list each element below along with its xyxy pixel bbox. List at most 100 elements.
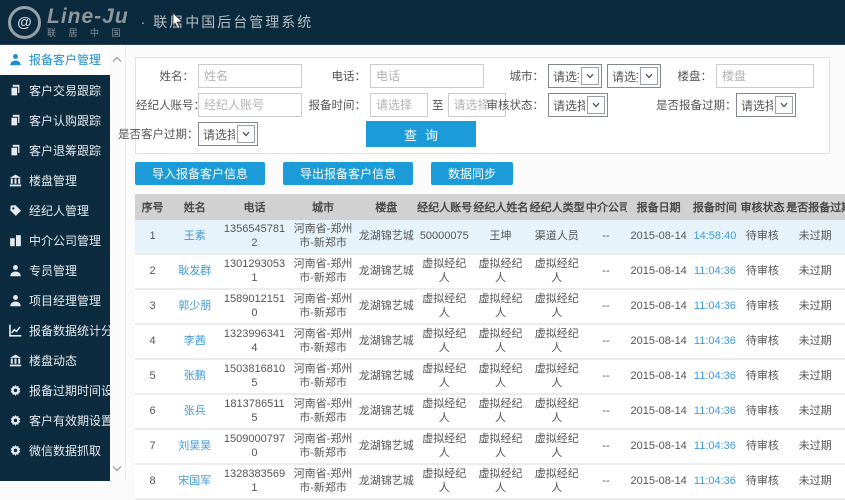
sidebar-item-1[interactable]: 报备客户管理 xyxy=(0,44,110,75)
sidebar-item-9[interactable]: 项目经理管理 xyxy=(0,285,110,315)
report-time-cell: 11:04:36 xyxy=(690,254,740,290)
column-header: 是否报备过期 xyxy=(785,194,845,220)
name-label: 姓名： xyxy=(159,71,195,83)
table-cell: 未过期 xyxy=(785,429,845,465)
sidebar-item-6[interactable]: 经纪人管理 xyxy=(0,195,110,225)
sidebar-item-8[interactable]: 专员管理 xyxy=(0,255,110,285)
table-cell: 待审核 xyxy=(739,289,786,325)
table-cell: -- xyxy=(584,394,628,430)
sidebar-scrollbar[interactable] xyxy=(110,44,126,481)
report-time-cell: 11:04:36 xyxy=(690,289,740,325)
table-cell: 虚拟经纪人 xyxy=(472,464,529,500)
table-cell: 龙湖锦艺城 xyxy=(356,220,417,255)
audit-status-select[interactable]: 请选择 xyxy=(548,93,608,117)
query-button[interactable]: 查询 xyxy=(366,121,476,147)
table-cell: 河南省-郑州市-新郑市 xyxy=(289,254,357,290)
person-icon xyxy=(9,53,22,66)
chevron-down-icon[interactable] xyxy=(112,459,122,477)
table-cell: -- xyxy=(584,464,628,500)
column-header: 报备日期 xyxy=(627,194,691,220)
sidebar-item-10[interactable]: 报备数据统计分析 xyxy=(0,315,125,345)
customer-name-link[interactable]: 张兵 xyxy=(170,394,220,430)
customer-name-link[interactable]: 王素 xyxy=(170,220,220,255)
table-cell: 待审核 xyxy=(739,464,786,500)
sidebar-menu: 报备客户管理 客户交易跟踪 客户认购跟踪 客户退筹跟踪 楼盘管理 经纪人管理中介公司管理专… xyxy=(0,44,125,481)
chevron-up-icon[interactable] xyxy=(112,50,122,68)
sidebar-item-3[interactable]: 客户认购跟踪 xyxy=(0,105,110,135)
city-city-select[interactable]: 请选择 xyxy=(607,64,661,88)
table-cell: 15890121510 xyxy=(219,289,290,325)
sidebar-item-label: 中介公司管理 xyxy=(29,233,102,248)
table-cell: 河南省-郑州市-新郑市 xyxy=(289,324,357,360)
table-cell: 虚拟经纪人 xyxy=(472,254,529,290)
building-input[interactable] xyxy=(716,64,814,88)
table-cell: 2015-08-14 xyxy=(627,429,691,465)
table-cell: 虚拟经纪人 xyxy=(416,289,473,325)
customer-name-link[interactable]: 郭少朋 xyxy=(170,289,220,325)
table-cell: 3 xyxy=(135,289,171,325)
city-province-select[interactable]: 请选择 xyxy=(548,64,602,88)
pages-icon xyxy=(9,114,22,127)
building-icon xyxy=(9,354,22,367)
column-header: 城市 xyxy=(289,194,357,220)
sidebar-item-2[interactable]: 客户交易跟踪 xyxy=(0,75,110,105)
table-cell: -- xyxy=(584,359,628,395)
report-expired-select[interactable]: 请选择 xyxy=(736,93,796,117)
report-time-cell: 11:04:36 xyxy=(690,359,740,395)
customer-name-link[interactable]: 李茜 xyxy=(170,324,220,360)
table-cell: 虚拟经纪人 xyxy=(528,289,585,325)
table-cell: 13565457812 xyxy=(219,220,290,255)
table-cell: 2015-08-14 xyxy=(627,394,691,430)
sidebar-item-label: 客户有效期设置 xyxy=(29,413,114,428)
sidebar-item-12[interactable]: 报备过期时间设置 xyxy=(0,375,125,405)
table-cell: 8 xyxy=(135,464,171,500)
table-cell: 未过期 xyxy=(785,464,845,500)
data-sync-button[interactable]: 数据同步 xyxy=(431,162,514,185)
import-report-customers-button[interactable]: 导入报备客户信息 xyxy=(135,162,266,185)
report-time-cell: 11:04:36 xyxy=(690,464,740,500)
table-cell: 虚拟经纪人 xyxy=(472,289,529,325)
report-time-cell: 11:04:36 xyxy=(690,324,740,360)
table-cell: 13283835691 xyxy=(219,464,290,500)
sidebar-item-13[interactable]: 客户有效期设置 xyxy=(0,405,114,435)
table-body: 1 王素 13565457812 河南省-郑州市-新郑市 龙湖锦艺城 50000075 王坤… xyxy=(135,220,845,500)
sidebar-item-4[interactable]: 客户退筹跟踪 xyxy=(0,135,110,165)
table-row: 3 郭少朋 15890121510 河南省-郑州市-新郑市 龙湖锦艺城 虚拟经纪人 虚拟经纪… xyxy=(135,289,845,325)
table-cell: 龙湖锦艺城 xyxy=(356,429,417,465)
table-row: 5 张鹏 15038168105 河南省-郑州市-新郑市 龙湖锦艺城 虚拟经纪人 虚拟经纪人… xyxy=(135,359,845,395)
chart-icon xyxy=(9,324,22,337)
column-header: 楼盘 xyxy=(356,194,417,220)
table-row: 2 耿发群 13012930531 河南省-郑州市-新郑市 龙湖锦艺城 虚拟经纪人 虚拟经纪… xyxy=(135,254,845,290)
city-province-value: 请选择 xyxy=(553,69,579,84)
sidebar-item-11[interactable]: 楼盘动态 xyxy=(0,345,110,375)
audit-status-value: 请选择 xyxy=(553,98,585,113)
phone-input[interactable] xyxy=(370,64,484,88)
sidebar-item-14[interactable]: 微信数据抓取 xyxy=(0,435,110,465)
customer-name-link[interactable]: 宋国军 xyxy=(170,464,220,500)
agent-account-input[interactable] xyxy=(198,93,302,117)
table-cell: 13012930531 xyxy=(219,254,290,290)
table-cell: 待审核 xyxy=(739,254,786,290)
sidebar-item-7[interactable]: 中介公司管理 xyxy=(0,225,110,255)
column-header: 序号 xyxy=(135,194,171,220)
report-time-from-input[interactable] xyxy=(370,93,428,117)
table-cell: 虚拟经纪人 xyxy=(528,254,585,290)
customer-name-link[interactable]: 刘昊昊 xyxy=(170,429,220,465)
table-cell: 2015-08-14 xyxy=(627,220,691,255)
dropdown-arrow-icon xyxy=(237,125,255,143)
customer-name-link[interactable]: 张鹏 xyxy=(170,359,220,395)
table-cell: -- xyxy=(584,289,628,325)
table-cell: 虚拟经纪人 xyxy=(528,359,585,395)
name-input[interactable] xyxy=(198,64,302,88)
customer-name-link[interactable]: 耿发群 xyxy=(170,254,220,290)
dropdown-arrow-icon xyxy=(581,67,599,85)
table-cell: 1 xyxy=(135,220,171,255)
table-cell: 15090007970 xyxy=(219,429,290,465)
report-time-cell: 14:58:40 xyxy=(690,220,740,255)
customer-expired-select[interactable]: 请选择 xyxy=(198,122,258,146)
table-cell: -- xyxy=(584,429,628,465)
column-header: 审核状态 xyxy=(739,194,786,220)
sidebar-item-5[interactable]: 楼盘管理 xyxy=(0,165,110,195)
export-report-customers-button[interactable]: 导出报备客户信息 xyxy=(283,162,414,185)
table-cell: 未过期 xyxy=(785,394,845,430)
